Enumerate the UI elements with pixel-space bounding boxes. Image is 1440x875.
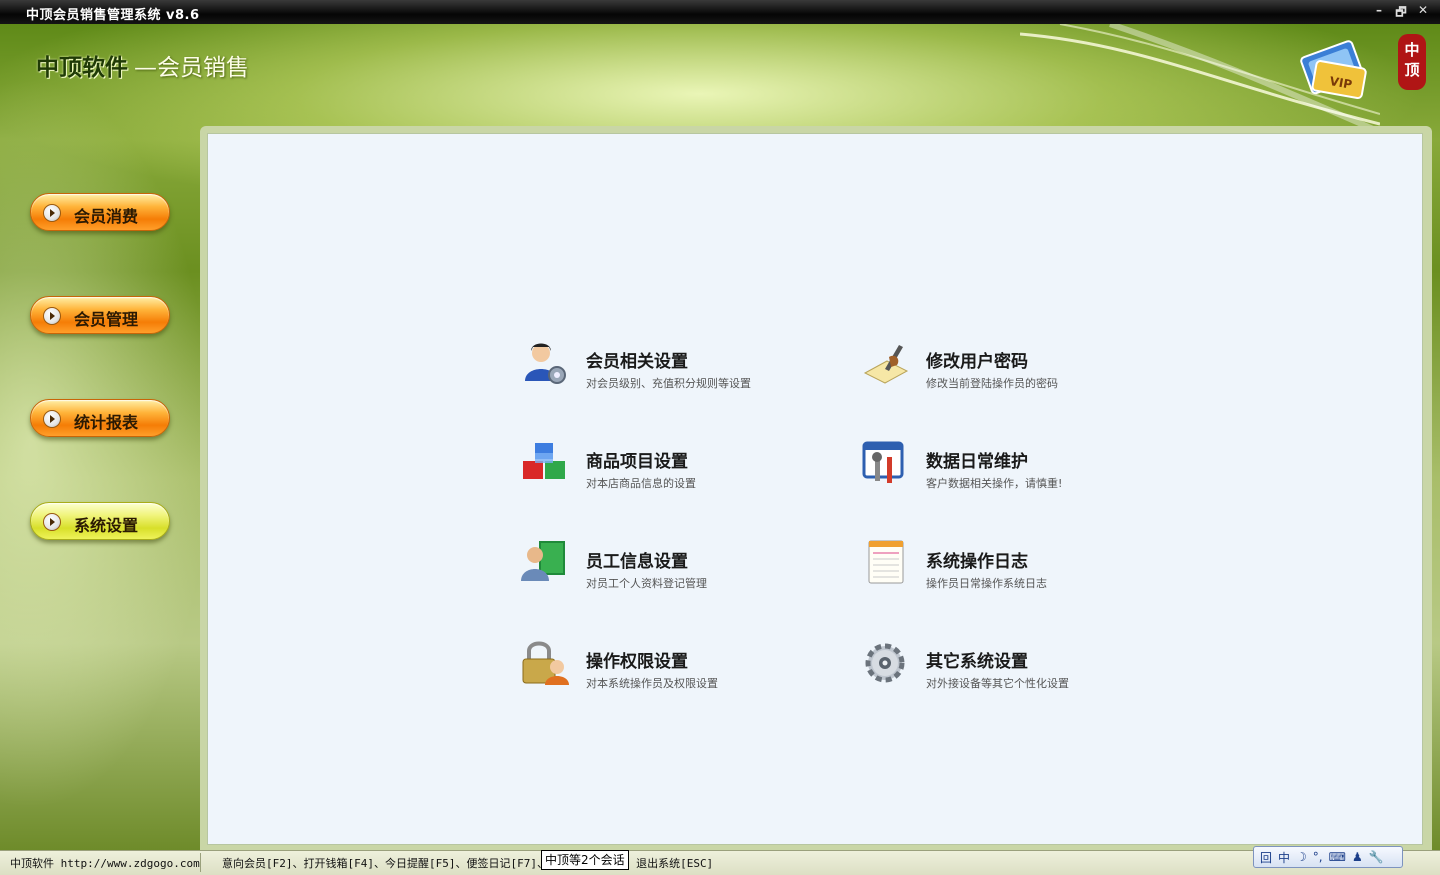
item-title: 会员相关设置 [586, 352, 688, 372]
data-maintenance-icon [862, 441, 904, 483]
vip-card-icon: VIP [1300, 40, 1367, 100]
logo-seal: 中顶 [1398, 34, 1426, 90]
status-shortcuts: 意向会员[F2]、打开钱箱[F4]、今日提醒[F5]、便签日记[F7]、锁定屏幕… [222, 857, 714, 870]
item-title: 修改用户密码 [926, 352, 1028, 372]
ime-chinese-mode-icon[interactable]: 中 [1278, 849, 1290, 866]
item-description: 操作员日常操作系统日志 [926, 577, 1047, 590]
sidebar-item-system-settings[interactable]: 系统设置 [30, 502, 170, 540]
settings-item-operation-log[interactable]: 系统操作日志 操作员日常操作系统日志 [861, 539, 1161, 599]
settings-item-password[interactable]: 修改用户密码 修改当前登陆操作员的密码 [861, 339, 1161, 399]
ime-menu-icon[interactable]: 回 [1260, 849, 1272, 866]
close-button[interactable]: ✕ [1416, 3, 1430, 24]
employee-info-icon [521, 541, 565, 581]
status-website: 中顶软件 http://www.zdgogo.com [10, 857, 200, 870]
brand-heading: 中顶软件 —会员销售 [36, 48, 249, 82]
item-description: 对本系统操作员及权限设置 [586, 677, 718, 690]
status-divider [200, 853, 201, 872]
item-title: 商品项目设置 [586, 452, 688, 472]
ime-session-tooltip: 中顶等2个会话 [541, 850, 629, 870]
play-icon [43, 204, 61, 222]
item-description: 修改当前登陆操作员的密码 [926, 377, 1058, 390]
ime-user-icon[interactable]: ♟ [1352, 850, 1363, 864]
settings-item-products[interactable]: 商品项目设置 对本店商品信息的设置 [521, 439, 821, 499]
gear-icon [865, 643, 905, 683]
product-name: —会员销售 [134, 55, 249, 81]
ime-settings-icon[interactable]: 🔧 [1369, 850, 1384, 864]
item-description: 对本店商品信息的设置 [586, 477, 696, 490]
sidebar-item-member-management[interactable]: 会员管理 [30, 296, 170, 334]
sidebar-item-label: 系统设置 [74, 516, 139, 535]
settings-panel: 会员相关设置 对会员级别、充值积分规则等设置 修改用户密码 修改当前登陆操作员的… [207, 133, 1423, 845]
window-controls: – 🗗 ✕ [1372, 3, 1430, 24]
operation-log-icon [868, 540, 904, 584]
ime-keyboard-icon[interactable]: ⌨ [1329, 850, 1346, 864]
settings-item-other[interactable]: 其它系统设置 对外接设备等其它个性化设置 [861, 639, 1161, 699]
company-name: 中顶软件 [36, 55, 128, 81]
item-title: 操作权限设置 [586, 652, 688, 672]
item-description: 对员工个人资料登记管理 [586, 577, 707, 590]
play-icon [43, 307, 61, 325]
ime-toolbar: 回 中 ☽ °, ⌨ ♟ 🔧 [1253, 846, 1403, 868]
member-settings-icon [525, 343, 566, 384]
minimize-button[interactable]: – [1372, 3, 1386, 24]
sidebar-item-label: 统计报表 [74, 413, 139, 432]
play-icon [43, 513, 61, 531]
ime-halfwidth-icon[interactable]: ☽ [1296, 850, 1307, 864]
status-bar: 中顶软件 http://www.zdgogo.com 意向会员[F2]、打开钱箱… [0, 850, 1440, 875]
window-title: 中顶会员销售管理系统 v8.6 [26, 8, 200, 23]
item-title: 其它系统设置 [926, 652, 1028, 672]
settings-item-employees[interactable]: 员工信息设置 对员工个人资料登记管理 [521, 539, 821, 599]
sidebar-item-reports[interactable]: 统计报表 [30, 399, 170, 437]
play-icon [43, 410, 61, 428]
settings-item-member[interactable]: 会员相关设置 对会员级别、充值积分规则等设置 [521, 339, 821, 399]
change-password-icon [863, 345, 909, 384]
item-title: 数据日常维护 [926, 452, 1028, 472]
restore-button[interactable]: 🗗 [1394, 3, 1408, 24]
item-title: 系统操作日志 [926, 552, 1028, 572]
ime-punctuation-icon[interactable]: °, [1313, 850, 1323, 864]
item-title: 员工信息设置 [586, 552, 688, 572]
sidebar-item-label: 会员管理 [74, 310, 139, 329]
sidebar-item-member-consumption[interactable]: 会员消费 [30, 193, 170, 231]
item-description: 对外接设备等其它个性化设置 [926, 677, 1069, 690]
item-description: 对会员级别、充值积分规则等设置 [586, 377, 751, 390]
item-description: 客户数据相关操作，请慎重! [926, 477, 1063, 490]
title-bar: 中顶会员销售管理系统 v8.6 – 🗗 ✕ [0, 0, 1440, 24]
settings-item-data-maintenance[interactable]: 数据日常维护 客户数据相关操作，请慎重! [861, 439, 1161, 499]
permission-settings-icon [522, 641, 569, 685]
product-settings-icon [523, 443, 565, 479]
settings-item-permissions[interactable]: 操作权限设置 对本系统操作员及权限设置 [521, 639, 821, 699]
sidebar-item-label: 会员消费 [74, 207, 139, 226]
